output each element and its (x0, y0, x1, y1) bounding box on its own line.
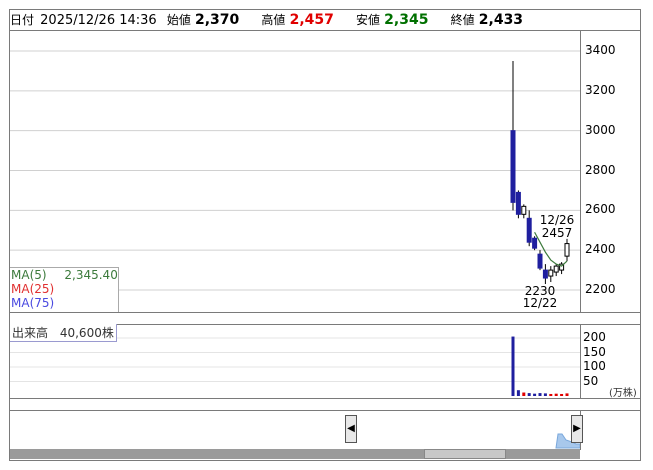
candle-body (526, 217, 532, 243)
volume-bar (543, 393, 547, 396)
ma5-value: 2,345.40 (64, 268, 118, 282)
open-label: 始値 (166, 13, 191, 27)
volume-bar (522, 392, 526, 396)
volume-label: 出来高 40,600株 (10, 324, 117, 342)
price-tick-label: 3400 (585, 43, 616, 57)
volume-tick-label: 150 (583, 344, 606, 359)
navigator-svg (351, 414, 581, 449)
close-label: 終値 (450, 13, 475, 27)
low-date-annotation: 12/22 (523, 296, 558, 310)
volume-bar (511, 336, 515, 396)
volume-bar (527, 393, 531, 396)
price-tick-label: 3000 (585, 122, 616, 137)
high-value: 2,457 (289, 12, 334, 28)
price-tick-label: 3200 (585, 82, 616, 97)
candle-body (548, 269, 554, 277)
price-tick-label: 2400 (585, 242, 616, 257)
price-tick-label: 2800 (585, 162, 616, 177)
date-label: 日付 (10, 13, 35, 27)
high-date-annotation: 12/26 (540, 213, 575, 227)
volume-axis: (万株) 200 150 100 50 (580, 324, 641, 399)
volume-unit: (万株) (609, 388, 637, 399)
volume-bar (554, 393, 558, 396)
ma75-label: MA(75) (11, 296, 55, 310)
price-tick-label: 2600 (585, 202, 616, 217)
candle-body (532, 237, 538, 249)
ma5-legend-row: MA(5) 2,345.40 (10, 268, 118, 282)
volume-bar (538, 393, 542, 396)
candle-body (553, 265, 559, 273)
volume-tick-label: 50 (583, 373, 599, 388)
quote-header: 日付 2025/12/26 14:36 始値 2,370 高値 2,457 安値… (10, 10, 640, 30)
candle-body (521, 205, 527, 215)
high-label: 高値 (261, 13, 286, 27)
candle-body (510, 130, 516, 203)
close-value: 2,433 (478, 12, 524, 28)
volume-tick-label: 100 (583, 359, 606, 373)
range-left-handle[interactable]: ◀ (345, 415, 357, 443)
open-value: 2,370 (194, 12, 240, 28)
volume-bar (560, 393, 564, 396)
moving-average-legend: MA(5) 2,345.40 MA(25) MA(75) (10, 267, 119, 313)
volume-bar (516, 390, 520, 396)
volume-value: 40,600株 (59, 326, 114, 340)
ma25-label: MA(25) (11, 282, 55, 296)
navigator-right-panel (580, 410, 641, 450)
volume-bar (549, 393, 553, 396)
price-tick-label: 2200 (585, 282, 616, 296)
candle-body (542, 269, 548, 279)
candle-body (564, 243, 570, 257)
scrollbar-thumb[interactable] (424, 449, 506, 459)
low-value: 2,345 (384, 12, 429, 28)
volume-title: 出来高 (12, 326, 49, 340)
high-price-annotation: 2457 (542, 226, 573, 240)
price-axis: 3400 3200 3000 2800 2600 2400 2200 (580, 31, 641, 312)
range-right-handle[interactable]: ▶ (571, 415, 583, 443)
candle-body (537, 253, 543, 269)
volume-tick-label: 200 (583, 330, 606, 344)
volume-bar (533, 393, 537, 396)
low-label: 安値 (356, 13, 381, 27)
candle-body (515, 191, 521, 215)
date-value: 2025/12/26 14:36 (40, 13, 157, 28)
range-navigator[interactable] (10, 410, 581, 450)
volume-bar (565, 393, 569, 396)
ma5-label: MA(5) (11, 268, 47, 282)
